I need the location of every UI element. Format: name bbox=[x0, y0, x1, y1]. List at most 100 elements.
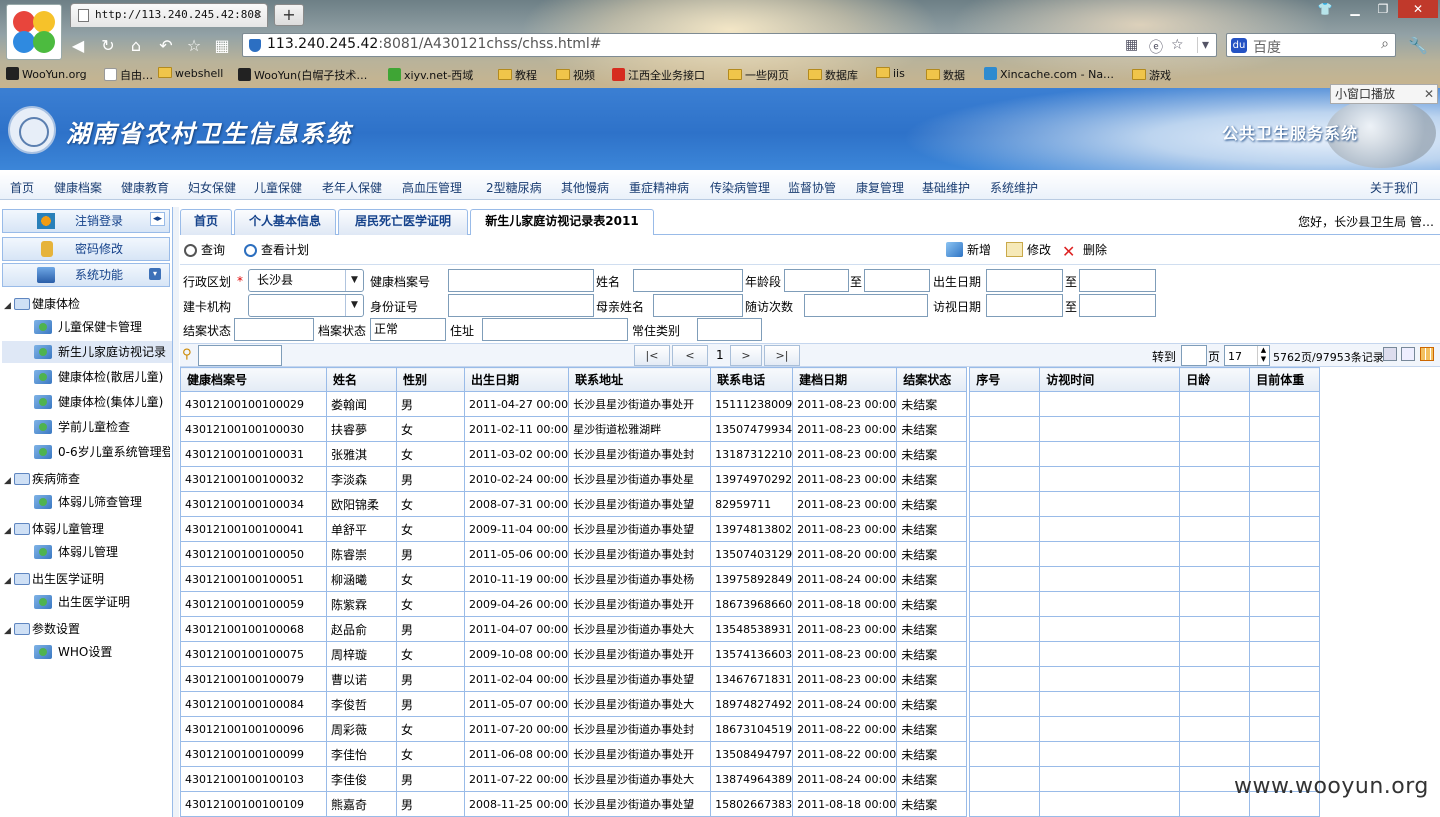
tree-item[interactable]: 健康体检(散居儿童) bbox=[34, 366, 170, 388]
prev-page-button[interactable]: < bbox=[672, 345, 708, 366]
bookmark-item[interactable]: 江西全业务接口 bbox=[612, 67, 705, 83]
menu-item[interactable]: 妇女保健 bbox=[188, 179, 236, 196]
menu-item[interactable]: 系统维护 bbox=[990, 179, 1038, 196]
address-input[interactable] bbox=[482, 318, 628, 341]
record-status-input[interactable]: 正常 bbox=[370, 318, 446, 341]
menu-item[interactable]: 首页 bbox=[10, 179, 34, 196]
undo-icon[interactable]: ↶ bbox=[156, 36, 176, 56]
shirt-icon[interactable]: 👕 bbox=[1310, 0, 1340, 18]
bookmark-item[interactable]: WooYun(白帽子技术… bbox=[238, 67, 367, 83]
table-row[interactable]: 43012100100100041 单舒平女 2009-11-04 00:00 长沙县… bbox=[180, 516, 1321, 542]
table-row[interactable]: 43012100100100051 柳涵曦女 2010-11-19 00:00 长沙县… bbox=[180, 566, 1321, 592]
bookmark-item[interactable]: 教程 bbox=[498, 67, 537, 83]
table-row[interactable]: 43012100100100109 熊嘉奇男 2008-11-25 00:00 长沙县… bbox=[180, 791, 1321, 817]
tab-newborn-visit[interactable]: 新生儿家庭访视记录表2011 bbox=[470, 209, 654, 236]
bookmark-item[interactable]: iis bbox=[876, 67, 905, 80]
table-row[interactable]: 43012100100100030 扶睿夢女 2011-02-11 00:00 星沙街… bbox=[180, 416, 1321, 442]
region-select[interactable]: 长沙县 ▼ bbox=[248, 269, 364, 292]
bookmark-item[interactable]: 视频 bbox=[556, 67, 595, 83]
menu-item[interactable]: 康复管理 bbox=[856, 179, 904, 196]
home-icon[interactable]: ⌂ bbox=[126, 36, 146, 56]
tree-group[interactable]: ◢ 出生医学证明 bbox=[4, 570, 104, 587]
minimize-icon[interactable]: ▁ bbox=[1340, 0, 1370, 18]
id-input[interactable] bbox=[448, 294, 594, 317]
browser-logo-icon[interactable] bbox=[6, 4, 62, 60]
column-header[interactable]: 目前体重 bbox=[1249, 367, 1321, 392]
wrench-icon[interactable]: 🔧 bbox=[1408, 36, 1428, 56]
menu-item[interactable]: 老年人保健 bbox=[322, 179, 382, 196]
visit-from-input[interactable] bbox=[986, 294, 1063, 317]
maximize-icon[interactable]: ❐ bbox=[1368, 0, 1398, 18]
menu-item[interactable]: 高血压管理 bbox=[402, 179, 462, 196]
table-row[interactable]: 43012100100100075 周梓璇女 2009-10-08 00:00 长沙县… bbox=[180, 641, 1321, 667]
browser-tab[interactable]: http://113.240.245.42:808 ✕ bbox=[70, 3, 268, 27]
tree-item[interactable]: 体弱儿管理 bbox=[34, 541, 170, 563]
bookmark-item[interactable]: 一些网页 bbox=[728, 67, 789, 83]
menu-item[interactable]: 其他慢病 bbox=[561, 179, 609, 196]
tab-death-certificate[interactable]: 居民死亡医学证明 bbox=[338, 209, 468, 235]
export-icon[interactable] bbox=[1383, 347, 1397, 361]
column-header[interactable]: 序号 bbox=[969, 367, 1041, 392]
bookmark-item[interactable]: WooYun.org bbox=[6, 67, 87, 81]
table-row[interactable]: 43012100100100099 李佳怡女 2011-06-08 00:00 长沙县… bbox=[180, 741, 1321, 767]
table-row[interactable]: 43012100100100084 李俊哲男 2011-05-07 00:00 长沙县… bbox=[180, 691, 1321, 717]
back-icon[interactable]: ◀ bbox=[68, 36, 88, 56]
menu-item[interactable]: 传染病管理 bbox=[710, 179, 770, 196]
bookmark-item[interactable]: Xincache.com - Na… bbox=[984, 67, 1114, 81]
tree-item[interactable]: 学前儿童检查 bbox=[34, 416, 170, 438]
menu-about[interactable]: 关于我们 bbox=[1370, 179, 1418, 196]
tree-item[interactable]: WHO设置 bbox=[34, 641, 170, 663]
search-icon[interactable]: ⌕ bbox=[1381, 36, 1389, 52]
goto-page-input[interactable] bbox=[1181, 345, 1207, 366]
table-row[interactable]: 43012100100100079 曹以诺男 2011-02-04 00:00 长沙县… bbox=[180, 666, 1321, 692]
close-window-icon[interactable]: ✕ bbox=[1398, 0, 1438, 18]
ie-icon[interactable]: ⓔ bbox=[1149, 37, 1163, 57]
last-page-button[interactable]: >| bbox=[764, 345, 800, 366]
close-status-input[interactable] bbox=[234, 318, 314, 341]
bookmark-item[interactable]: 数据库 bbox=[808, 67, 858, 83]
tree-item[interactable]: 儿童保健卡管理 bbox=[34, 316, 170, 338]
menu-item[interactable]: 儿童保健 bbox=[254, 179, 302, 196]
table-row[interactable]: 43012100100100050 陈睿崇男 2011-05-06 00:00 长沙县… bbox=[180, 541, 1321, 567]
menu-item[interactable]: 重症精神病 bbox=[629, 179, 689, 196]
bookmark-item[interactable]: webshell bbox=[158, 67, 223, 80]
menu-item[interactable]: 2型糖尿病 bbox=[486, 179, 542, 196]
close-tab-icon[interactable]: ✕ bbox=[254, 4, 262, 26]
tab-personal-info[interactable]: 个人基本信息 bbox=[234, 209, 336, 235]
tree-group[interactable]: ◢ 健康体检 bbox=[4, 295, 80, 312]
menu-item[interactable]: 基础维护 bbox=[922, 179, 970, 196]
copy-icon[interactable] bbox=[1401, 347, 1415, 361]
birth-from-input[interactable] bbox=[986, 269, 1063, 292]
column-header[interactable]: 出生日期 bbox=[463, 367, 570, 392]
tree-group[interactable]: ◢ 参数设置 bbox=[4, 620, 80, 637]
close-icon[interactable]: ✕ bbox=[1424, 85, 1434, 103]
menu-item[interactable]: 健康教育 bbox=[121, 179, 169, 196]
new-tab-button[interactable]: + bbox=[274, 4, 304, 26]
tree-item-selected[interactable]: 新生儿家庭访视记录 bbox=[2, 341, 172, 363]
table-row[interactable]: 43012100100100029 娄翰闻男 2011-04-27 00:00 长沙县… bbox=[180, 391, 1321, 417]
tree-item[interactable]: 体弱儿筛查管理 bbox=[34, 491, 170, 513]
change-password-button[interactable]: 密码修改 bbox=[2, 237, 170, 261]
page-size-stepper[interactable]: 17 ▲ ▼ bbox=[1224, 345, 1270, 366]
tree-item[interactable]: 出生医学证明 bbox=[34, 591, 170, 613]
bookmark-item[interactable]: xiyv.net-西域 bbox=[388, 67, 473, 83]
column-header[interactable]: 结案状态 bbox=[896, 367, 968, 392]
dropdown-icon[interactable]: ▾ bbox=[1197, 37, 1209, 53]
small-window-play-button[interactable]: 小窗口播放 ✕ bbox=[1330, 84, 1438, 104]
column-header[interactable]: 建档日期 bbox=[792, 367, 898, 392]
search-box[interactable]: du 百度 ⌕ bbox=[1226, 33, 1396, 57]
bookmark-star-icon[interactable]: ☆ bbox=[1171, 37, 1184, 53]
name-input[interactable] bbox=[633, 269, 743, 292]
column-header[interactable]: 姓名 bbox=[326, 367, 397, 392]
sidebar-splitter[interactable] bbox=[173, 207, 179, 817]
collapse-chevron-icon[interactable]: ▾ bbox=[149, 268, 161, 280]
visit-to-input[interactable] bbox=[1079, 294, 1156, 317]
tree-item[interactable]: 0-6岁儿童系统管理登记 bbox=[34, 441, 170, 463]
first-page-button[interactable]: |< bbox=[634, 345, 670, 366]
bookmark-item[interactable]: 游戏 bbox=[1132, 67, 1171, 83]
tree-group[interactable]: ◢ 体弱儿童管理 bbox=[4, 520, 104, 537]
menu-item[interactable]: 健康档案 bbox=[54, 179, 102, 196]
record-no-input[interactable] bbox=[448, 269, 594, 292]
column-header[interactable]: 性别 bbox=[396, 367, 465, 392]
tab-home[interactable]: 首页 bbox=[180, 209, 232, 235]
